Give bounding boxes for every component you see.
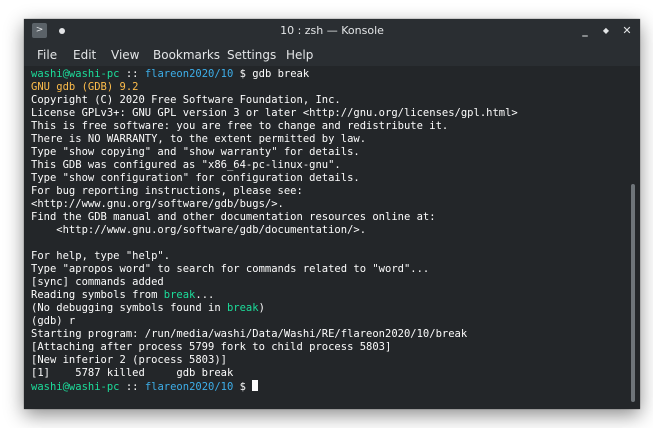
menu-edit[interactable]: Edit: [73, 48, 96, 62]
reading-prefix: Reading symbols from: [31, 289, 164, 301]
current-prompt-line[interactable]: washi@washi-pc :: flareon2020/10 $: [31, 380, 626, 393]
minimize-button[interactable]: _: [576, 22, 594, 40]
prompt-symbol: $: [233, 68, 253, 80]
title-bar[interactable]: > 10 : zsh — Konsole _ ◆ ✕: [24, 19, 640, 43]
no-debug-symbols-line: (No debugging symbols found in break): [31, 302, 626, 315]
prompt-symbol: $: [233, 381, 253, 393]
menu-settings[interactable]: Settings: [227, 48, 276, 62]
maximize-button[interactable]: ◆: [597, 22, 615, 40]
terminal-output[interactable]: washi@washi-pc :: flareon2020/10 $ gdb b…: [24, 66, 626, 409]
output-line: (gdb) r: [31, 315, 76, 327]
konsole-window: > 10 : zsh — Konsole _ ◆ ✕ File Edit Vie…: [24, 19, 640, 409]
menu-file[interactable]: File: [37, 48, 57, 62]
binary-name: break: [163, 289, 196, 301]
output-line: This GDB was configured as "x86_64-pc-li…: [31, 159, 341, 171]
window-title: 10 : zsh — Konsole: [280, 24, 384, 37]
close-button[interactable]: ✕: [618, 22, 636, 40]
reading-suffix: ...: [195, 289, 215, 301]
output-line: There is NO WARRANTY, to the extent perm…: [31, 133, 367, 145]
output-line: Type "show copying" and "show warranty" …: [31, 146, 360, 158]
output-line: [New inferior 2 (process 5803)]: [31, 354, 227, 366]
output-line: Type "apropos word" to search for comman…: [31, 263, 430, 275]
prompt-user-host: washi@washi-pc: [31, 68, 120, 80]
nodebug-suffix: ): [258, 302, 265, 314]
output-line: [1] 5787 killed gdb break: [31, 367, 234, 379]
output-line: <http://www.gnu.org/software/gdb/bugs/>.: [31, 198, 284, 210]
scrollbar-thumb[interactable]: [631, 184, 635, 402]
prompt-path: flareon2020/10: [144, 381, 234, 393]
output-line: [sync] commands added: [31, 276, 164, 288]
prompt-separator: ::: [119, 381, 145, 393]
output-line: This is free software: you are free to c…: [31, 120, 449, 132]
output-line: For bug reporting instructions, please s…: [31, 185, 303, 197]
output-line: Type "show configuration" for configurat…: [31, 172, 360, 184]
prompt-separator: ::: [119, 68, 145, 80]
reading-symbols-line: Reading symbols from break...: [31, 289, 626, 302]
menu-bookmarks[interactable]: Bookmarks: [153, 48, 220, 62]
prompt-line: washi@washi-pc :: flareon2020/10 $ gdb b…: [31, 68, 626, 81]
prompt-path: flareon2020/10: [144, 68, 234, 80]
output-line: License GPLv3+: GNU GPL version 3 or lat…: [31, 107, 518, 119]
menu-help[interactable]: Help: [286, 48, 313, 62]
prompt-user-host: washi@washi-pc: [31, 381, 120, 393]
prompt-command: gdb break: [252, 68, 310, 80]
text-cursor[interactable]: [252, 380, 259, 391]
output-line: <http://www.gnu.org/software/gdb/documen…: [31, 224, 367, 236]
output-line: Copyright (C) 2020 Free Software Foundat…: [31, 94, 341, 106]
nodebug-prefix: (No debugging symbols found in: [31, 302, 227, 314]
gdb-version-line: GNU gdb (GDB) 9.2: [31, 81, 139, 93]
output-line: Find the GDB manual and other documentat…: [31, 211, 436, 223]
vertical-scrollbar[interactable]: [626, 66, 640, 409]
output-line: For help, type "help".: [31, 250, 171, 262]
menu-bar: File Edit View Bookmarks Settings Help: [24, 43, 640, 66]
binary-name: break: [226, 302, 259, 314]
menu-view[interactable]: View: [111, 48, 139, 62]
output-line: [Attaching after process 5799 fork to ch…: [31, 341, 392, 353]
output-line: Starting program: /run/media/washi/Data/…: [31, 328, 468, 340]
